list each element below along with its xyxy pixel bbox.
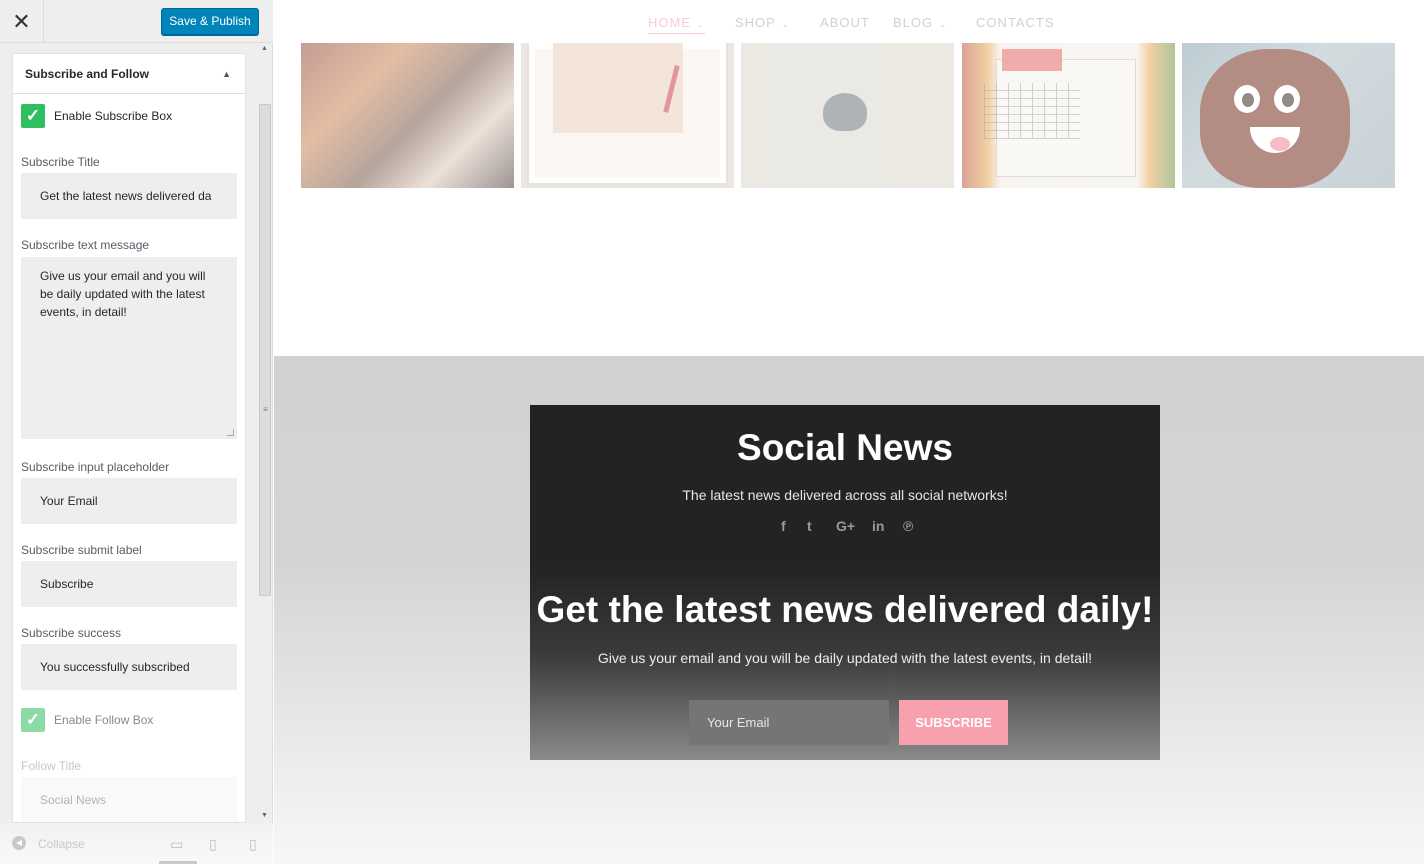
- tablet-preview-icon[interactable]: ▯: [209, 836, 217, 853]
- nav-item-shop[interactable]: SHOP ⌄: [735, 0, 790, 47]
- input-placeholder-input[interactable]: Your Email: [21, 478, 237, 524]
- facebook-icon[interactable]: f: [781, 518, 786, 534]
- customizer-panel: ✕ Save & Publish Subscribe and Follow ▲ …: [0, 0, 273, 864]
- customizer-header: ✕ Save & Publish: [0, 0, 273, 43]
- gallery-image-nursery-frame[interactable]: [521, 43, 734, 188]
- follow-subtitle: The latest news delivered across all soc…: [682, 487, 1008, 503]
- nav-item-contacts[interactable]: CONTACTS: [976, 0, 1055, 45]
- submit-label-label: Subscribe submit label: [21, 543, 142, 557]
- section-header[interactable]: Subscribe and Follow ▲: [13, 54, 245, 94]
- mobile-preview-icon[interactable]: ▯: [249, 836, 257, 853]
- desktop-preview-icon[interactable]: ▭: [170, 836, 183, 853]
- social-icons: f t G+ in ℗: [530, 518, 1160, 536]
- collapse-icon[interactable]: ◀: [12, 836, 26, 850]
- subscribe-follow-box: Social News The latest news delivered ac…: [530, 405, 1160, 760]
- google-plus-icon[interactable]: G+: [836, 518, 855, 534]
- chevron-down-icon: ⌄: [697, 20, 705, 29]
- calendar-header-shape: [1002, 49, 1062, 71]
- save-publish-button[interactable]: Save & Publish: [161, 8, 259, 35]
- subscribe-title-input[interactable]: Get the latest news delivered da: [21, 173, 237, 219]
- follow-title-label: Follow Title: [21, 759, 82, 773]
- gallery-image-heart[interactable]: [741, 43, 954, 188]
- email-input[interactable]: Your Email: [689, 700, 889, 745]
- subscribe-text-textarea[interactable]: Give us your email and you will be daily…: [21, 257, 237, 439]
- nav-item-label: HOME: [648, 15, 691, 30]
- close-button[interactable]: ✕: [0, 0, 44, 43]
- nav-item-blog[interactable]: BLOG ⌄: [893, 0, 947, 47]
- section-title: Subscribe and Follow: [25, 67, 150, 81]
- nav-item-label: SHOP: [735, 15, 776, 30]
- input-placeholder-label: Subscribe input placeholder: [21, 460, 170, 474]
- scroll-up-icon[interactable]: ▲: [261, 45, 268, 52]
- calendar-grid-shape: [984, 83, 1080, 139]
- subscribe-text-value: Give us your email and you will be daily…: [40, 269, 206, 319]
- chevron-down-icon: ⌄: [781, 20, 790, 29]
- nav-item-about[interactable]: ABOUT: [820, 0, 870, 45]
- resize-grip-icon[interactable]: [227, 429, 234, 436]
- caret-up-icon[interactable]: ▲: [222, 54, 231, 94]
- nav-item-home[interactable]: HOME ⌄: [648, 15, 705, 34]
- site-preview: HOME ⌄ SHOP ⌄ ABOUT BLOG ⌄ CONTACTS Social …: [274, 0, 1424, 864]
- subscribe-title-label: Subscribe Title: [21, 155, 100, 169]
- tongue-shape: [1270, 137, 1290, 151]
- customizer-footer: ◀ Collapse ▭ ▯ ▯: [0, 823, 273, 864]
- enable-follow-checkbox[interactable]: ✓: [21, 708, 45, 732]
- pupil-shape: [1242, 93, 1254, 107]
- subscribe-title: Get the latest news delivered daily!: [536, 589, 1154, 630]
- collapse-label[interactable]: Collapse: [38, 837, 85, 851]
- subscribe-text: Give us your email and you will be daily…: [597, 650, 1093, 666]
- follow-title-input[interactable]: Social News: [21, 777, 237, 822]
- heart-icon: [823, 93, 867, 131]
- twitter-icon[interactable]: t: [807, 518, 812, 534]
- pinterest-icon[interactable]: ℗: [903, 518, 913, 534]
- submit-label-input[interactable]: Subscribe: [21, 561, 237, 607]
- subscribe-follow-section: Social News The latest news delivered ac…: [274, 356, 1424, 864]
- customizer-section: Subscribe and Follow ▲ ✓ Enable Subscrib…: [12, 53, 246, 823]
- enable-subscribe-label: Enable Subscribe Box: [54, 109, 173, 123]
- chevron-down-icon: ⌄: [939, 20, 947, 29]
- eye-shape: [1234, 85, 1260, 113]
- gallery-image-plush[interactable]: [1182, 43, 1395, 188]
- gallery-image-calendar[interactable]: [962, 43, 1175, 188]
- subscribe-text-label: Subscribe text message: [21, 238, 150, 252]
- panel-scrollbar[interactable]: ▲ ≡ ▼: [258, 43, 272, 821]
- success-label: Subscribe success: [21, 626, 122, 640]
- enable-subscribe-checkbox[interactable]: ✓: [21, 104, 45, 128]
- scroll-grip-icon: ≡: [263, 405, 268, 414]
- scrollbar-thumb[interactable]: ≡: [259, 104, 271, 596]
- scroll-down-icon[interactable]: ▼: [261, 812, 268, 819]
- follow-title: Social News: [737, 427, 953, 468]
- paper-shape: [553, 43, 683, 133]
- pupil-shape: [1282, 93, 1294, 107]
- eye-shape: [1274, 85, 1300, 113]
- enable-follow-label: Enable Follow Box: [54, 713, 154, 727]
- nav-item-label: BLOG: [893, 15, 934, 30]
- subscribe-button[interactable]: SUBSCRIBE: [899, 700, 1008, 745]
- plush-shape: [1200, 49, 1350, 188]
- gallery-image-magazines[interactable]: [301, 43, 514, 188]
- site-nav: HOME ⌄ SHOP ⌄ ABOUT BLOG ⌄ CONTACTS: [274, 0, 1424, 43]
- linkedin-icon[interactable]: in: [872, 518, 884, 534]
- success-input[interactable]: You successfully subscribed: [21, 644, 237, 690]
